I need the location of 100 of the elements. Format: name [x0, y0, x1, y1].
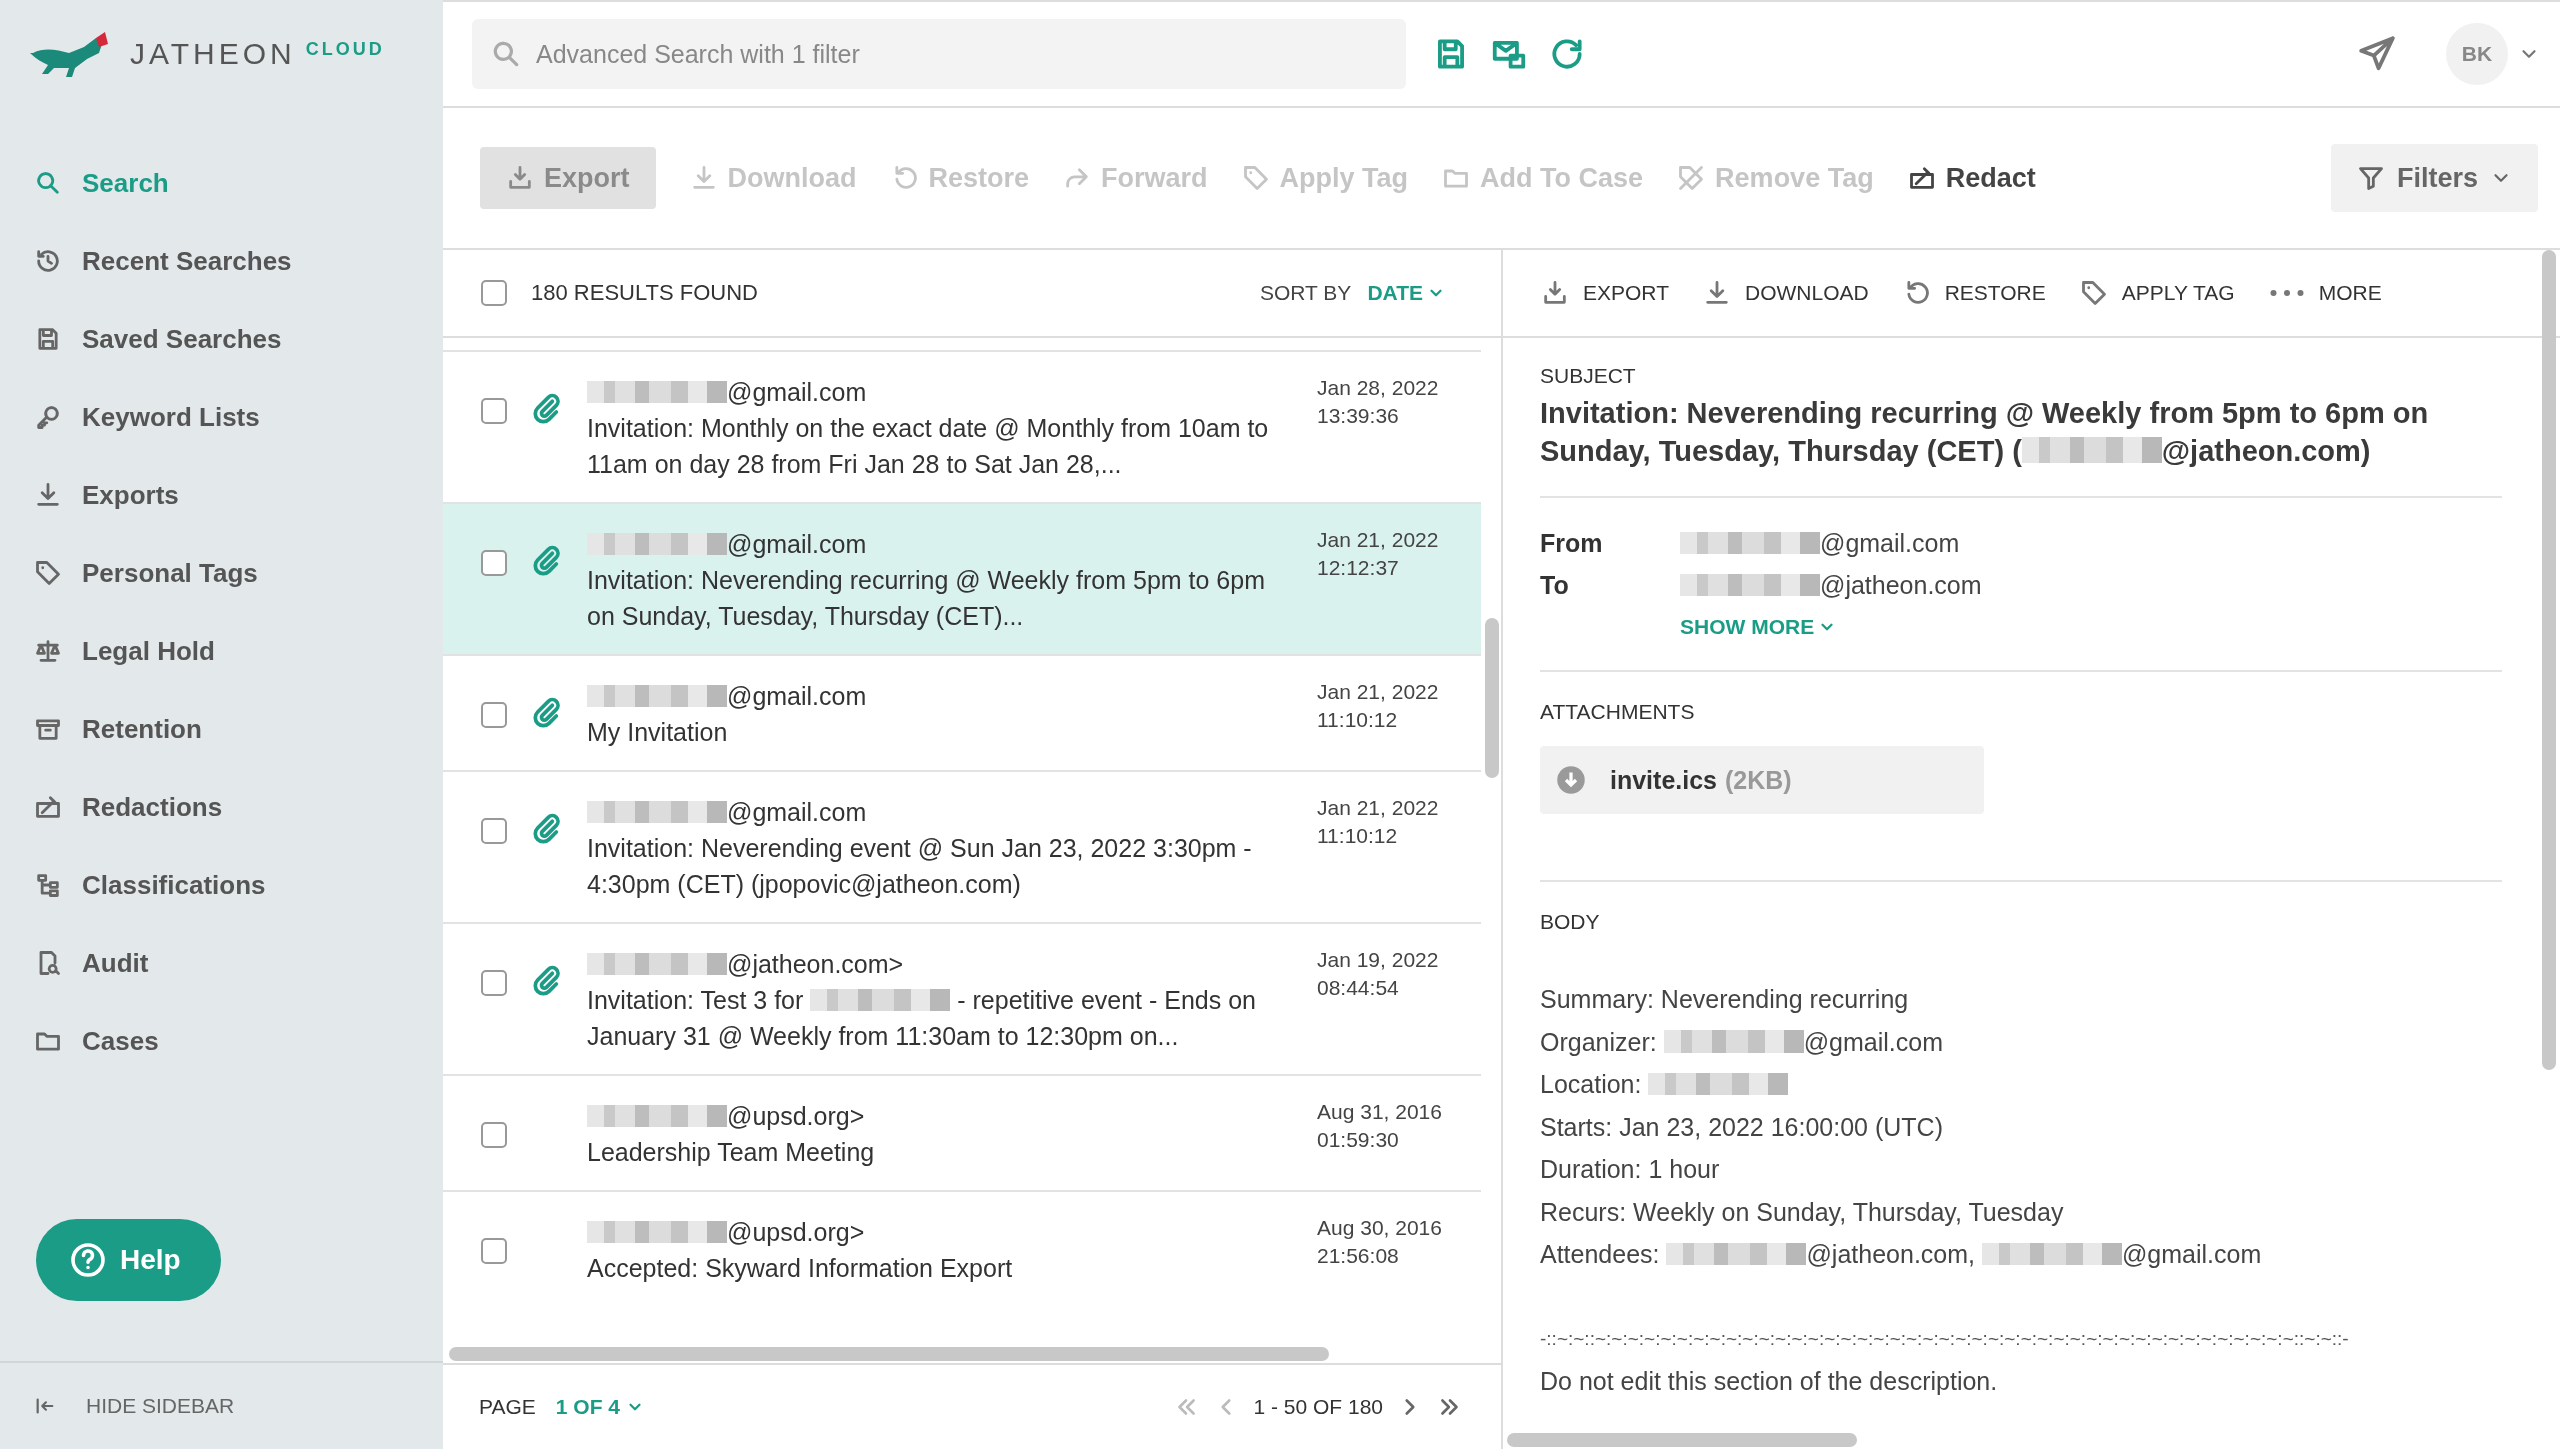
body-line: Organizer: @gmail.com — [1540, 1026, 1944, 1058]
search-icon — [34, 169, 62, 197]
user-avatar[interactable]: BK — [2446, 23, 2508, 85]
export-icon — [1541, 279, 1569, 307]
page-dropdown[interactable]: 1 OF 4 — [549, 1394, 650, 1420]
field-label: To — [1540, 570, 1570, 601]
row-checkbox[interactable] — [481, 970, 507, 996]
body-line: Attendees: @jatheon.com, @gmail.com — [1540, 1239, 2263, 1270]
email-time: 12:12:37 — [1317, 555, 1400, 581]
result-row[interactable]: @gmail.com Invitation: Neverending event @ Sun Jan 23, 2022 3:30pm - 4:30pm (CET) (jpopovic@jatheon.com) Jan 21, 2022 11:10:12 — [443, 770, 1481, 922]
sender-address: @gmail.com — [587, 374, 1293, 410]
email-date: Aug 31, 2016 — [1317, 1099, 1443, 1125]
redact-image-icon — [1907, 164, 1936, 192]
body-line: Duration: 1 hour — [1540, 1154, 1721, 1185]
field-value: @jatheon.com — [1680, 568, 2502, 602]
detail-action-button[interactable]: EXPORT — [1541, 279, 1669, 307]
sender-address: @gmail.com — [587, 526, 1293, 562]
email-subject: My Invitation — [587, 717, 729, 748]
hide-sidebar-link[interactable]: HIDE SIDEBAR — [34, 1394, 235, 1418]
email-date: Jan 21, 2022 — [1317, 527, 1440, 553]
sender-address: @upsd.org> — [587, 1214, 1293, 1250]
row-checkbox[interactable] — [481, 398, 507, 424]
show-more-link[interactable]: SHOW MORE — [1680, 610, 1837, 644]
sidebar-item[interactable]: Keyword Lists — [0, 378, 443, 456]
paper-plane-icon[interactable] — [2358, 35, 2396, 73]
sort-label: SORT BY — [1259, 281, 1352, 305]
key-icon — [34, 403, 62, 431]
result-row[interactable]: @gmail.com Invitation: Neverending recurring @ Weekly from 5pm to 6pm on Sunday, Tuesday, Thursday (CET)... Jan 21, 2022 12:12:37 — [443, 502, 1481, 654]
section-label: BODY — [1540, 910, 1601, 934]
result-row[interactable]: @upsd.org> Accepted: Skyward Information Export Aug 30, 2016 21:56:08 — [443, 1190, 1481, 1306]
sort-dropdown[interactable]: DATE — [1361, 280, 1451, 306]
detail-action-button[interactable]: RESTORE — [1902, 279, 2046, 307]
row-checkbox[interactable] — [481, 702, 507, 728]
email-subject: Invitation: Neverending recurring @ Weekly from 5pm to 6pm on Sunday, Tuesday, Thursday (CET)... — [587, 565, 1266, 632]
page-range: 1 - 50 OF 180 — [1253, 1395, 1383, 1419]
toolbar-button[interactable]: Redact — [1907, 162, 2036, 194]
sidebar-item[interactable]: Personal Tags — [0, 534, 443, 612]
filters-button[interactable]: Filters — [2330, 144, 2538, 212]
select-all-checkbox[interactable] — [481, 280, 507, 306]
tag-off-icon — [1677, 164, 1706, 192]
email-subject: Invitation: Test 3 for - repetitive event - Ends on January 31 @ Weekly from 11:30am to 12:30pm on... — [587, 985, 1257, 1052]
detail-action-button[interactable]: APPLY TAG — [2079, 279, 2235, 307]
email-subject-title: Invitation: Neverending recurring @ Weekly from 5pm to 6pm on Sunday, Tuesday, Thursday (CET) ( @jatheon.com) — [1540, 396, 2430, 469]
filter-icon — [2356, 164, 2385, 192]
email-time: 11:10:12 — [1317, 823, 1399, 849]
result-row[interactable]: @jatheon.com> Invitation: Test 3 for - repetitive event - Ends on January 31 @ Weekly from 11:30am to 12:30pm on... Jan 19, 2022 08:44:54 — [443, 922, 1481, 1074]
email-date: Aug 30, 2016 — [1317, 1215, 1443, 1241]
sender-address: @upsd.org> — [587, 1098, 1293, 1134]
attachment-chip[interactable]: invite.ics (2KB) — [1540, 746, 1984, 814]
help-icon — [70, 1242, 106, 1278]
sidebar-item[interactable]: Exports — [0, 456, 443, 534]
email-date: Jan 28, 2022 — [1317, 375, 1440, 401]
attachment-name: invite.ics — [1610, 765, 1717, 795]
export-icon — [506, 164, 534, 192]
scrollbar[interactable] — [1485, 618, 1499, 778]
body-line: Location: — [1540, 1063, 2502, 1106]
sender-address: @gmail.com — [587, 794, 1293, 830]
email-subject: Invitation: Neverending event @ Sun Jan 23, 2022 3:30pm - 4:30pm (CET) (jpopovic@jatheon.com) — [587, 833, 1253, 900]
result-row[interactable]: @gmail.com My Invitation Jan 21, 2022 11:10:12 — [443, 654, 1481, 770]
scrollbar[interactable] — [449, 1347, 1329, 1361]
email-subject: Invitation: Monthly on the exact date @ Monthly from 10am to 11am on day 28 from Fri Jan 28 to Sat Jan 28,... — [587, 413, 1270, 480]
email-date: Jan 21, 2022 — [1317, 795, 1440, 821]
email-time: 11:10:12 — [1317, 707, 1399, 733]
row-checkbox[interactable] — [481, 550, 507, 576]
field-label: From — [1540, 528, 1604, 559]
scrollbar[interactable] — [2542, 250, 2556, 1070]
detail-action-button[interactable]: DOWNLOAD — [1702, 279, 1869, 307]
results-count: 180 RESULTS FOUND — [531, 280, 758, 306]
email-time: 13:39:36 — [1317, 403, 1400, 429]
scrollbar[interactable] — [1507, 1433, 1857, 1447]
attachment-size: (2KB) — [1725, 765, 1792, 795]
sidebar-item[interactable]: Legal Hold — [0, 612, 443, 690]
email-time: 21:56:08 — [1317, 1243, 1400, 1269]
search-field[interactable]: Advanced Search with 1 filter — [472, 19, 1406, 89]
download-icon — [34, 481, 62, 509]
email-time: 08:44:54 — [1317, 975, 1400, 1001]
sidebar-item[interactable]: Cases — [0, 1002, 443, 1080]
help-button[interactable]: Help — [36, 1219, 221, 1301]
tag-icon — [34, 559, 62, 587]
email-date: Jan 19, 2022 — [1317, 947, 1440, 973]
detail-action-button[interactable]: MORE — [2268, 281, 2382, 305]
sidebar-item[interactable]: Saved Searches — [0, 300, 443, 378]
result-row[interactable]: @upsd.org> Leadership Team Meeting Aug 31, 2016 01:59:30 — [443, 1074, 1481, 1190]
row-checkbox[interactable] — [481, 818, 507, 844]
sidebar-item[interactable]: Audit — [0, 924, 443, 1002]
sidebar-item[interactable]: Classifications — [0, 846, 443, 924]
body-line: Recurs: Weekly on Sunday, Thursday, Tuesday — [1540, 1196, 2065, 1228]
row-checkbox[interactable] — [481, 1238, 507, 1264]
tag-icon — [2079, 279, 2108, 307]
row-checkbox[interactable] — [481, 1122, 507, 1148]
sidebar-item[interactable]: Recent Searches — [0, 222, 443, 300]
sender-address: @jatheon.com> — [587, 946, 1293, 982]
sidebar-item[interactable]: Retention — [0, 690, 443, 768]
body-line: Summary: Neverending recurring — [1540, 984, 1910, 1015]
sidebar-item[interactable]: Redactions — [0, 768, 443, 846]
section-label: SUBJECT — [1540, 364, 1637, 388]
section-label: ATTACHMENTS — [1540, 700, 1696, 724]
email-time: 01:59:30 — [1317, 1127, 1400, 1153]
brand-suffix: CLOUD — [305, 38, 385, 60]
scales-icon — [34, 637, 62, 665]
